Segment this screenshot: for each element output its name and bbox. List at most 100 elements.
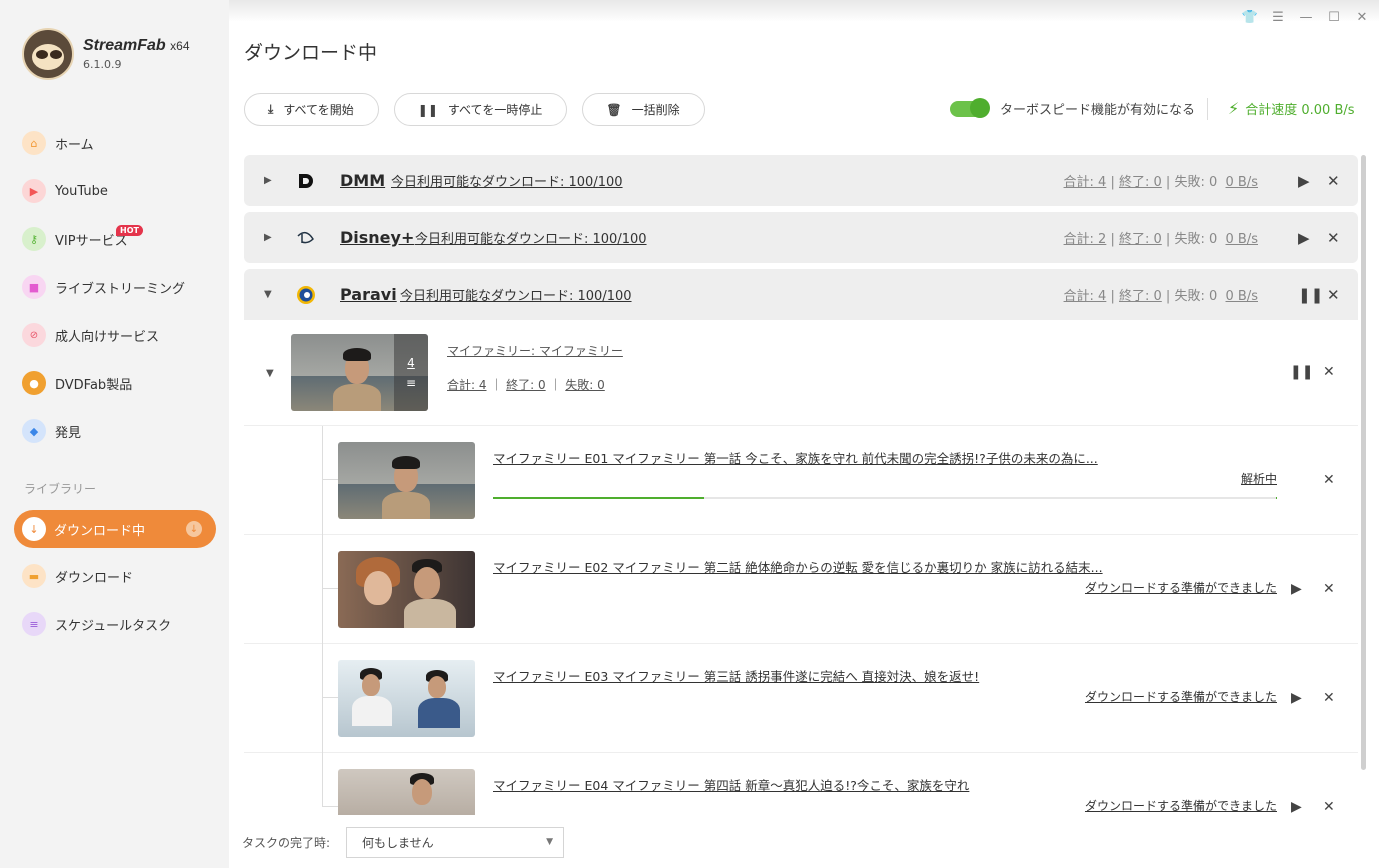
dmm-logo-icon — [296, 171, 316, 191]
sidebar-item-live[interactable]: ■ ライブストリーミング — [0, 263, 229, 311]
service-quota: 今日利用可能なダウンロード: 100/100 — [400, 289, 632, 304]
service-stats: 合計: 2 | 終了: 0 | 失敗: 0 0 B/s — [1063, 232, 1258, 247]
sidebar-item-label: YouTube — [55, 183, 108, 199]
home-icon: ⌂ — [22, 131, 46, 155]
stat-done[interactable]: 終了: 0 — [1119, 289, 1162, 304]
divider — [1207, 98, 1208, 120]
play-icon[interactable]: ▶ — [1291, 690, 1302, 706]
hot-badge: HOT — [116, 225, 143, 236]
collapse-caret-icon[interactable]: ▼ — [264, 289, 272, 300]
app-arch: x64 — [170, 39, 190, 53]
adult-icon: ⊘ — [22, 323, 46, 347]
series-title[interactable]: マイファミリー: マイファミリー — [447, 342, 623, 359]
episode-count-overlay: 4 ≡ — [394, 334, 428, 411]
minimize-icon[interactable]: — — [1297, 8, 1315, 26]
episode-status[interactable]: ダウンロードする準備ができました — [1085, 579, 1277, 596]
stat-done[interactable]: 終了: 0 — [1119, 232, 1162, 247]
total-speed: ⚡ 合計速度 0.00 B/s — [1228, 99, 1355, 118]
episode-count[interactable]: 4 — [407, 356, 415, 370]
start-all-button[interactable]: ⤓ すべてを開始 — [244, 93, 379, 126]
episode-title[interactable]: マイファミリー E02 マイファミリー 第二話 絶体絶命からの逆転 愛を信じるか… — [493, 557, 1103, 576]
stat-speed[interactable]: 0 B/s — [1226, 289, 1258, 304]
main-nav: ⌂ ホーム ▶ YouTube ⚷ VIPサービス HOT ■ ライブストリーミ… — [0, 119, 229, 455]
turbo-switch[interactable] — [950, 97, 990, 118]
pause-icon: ❚❚ — [417, 102, 438, 117]
stat-failed[interactable]: 失敗: 0 — [565, 378, 605, 392]
sidebar-item-home[interactable]: ⌂ ホーム — [0, 119, 229, 167]
close-icon[interactable]: ✕ — [1323, 799, 1335, 815]
page-title: ダウンロード中 — [244, 42, 378, 64]
sidebar-item-dvdfab[interactable]: ● DVDFab製品 — [0, 359, 229, 407]
episode-title[interactable]: マイファミリー E01 マイファミリー 第一話 今こそ、家族を守れ 前代未聞の完… — [493, 448, 1098, 467]
expand-caret-icon[interactable]: ▶ — [264, 232, 272, 243]
sidebar-item-downloaded[interactable]: ▬ ダウンロード — [0, 552, 229, 600]
stat-speed[interactable]: 0 B/s — [1226, 232, 1258, 247]
delete-all-button[interactable]: 🗑 一括削除 — [582, 93, 705, 126]
download-badge-icon: ↓ — [186, 521, 202, 537]
close-icon[interactable]: ✕ — [1327, 286, 1340, 304]
episode-status[interactable]: 解析中 — [1241, 470, 1277, 487]
close-icon[interactable]: ✕ — [1353, 8, 1371, 26]
discover-icon: ◆ — [22, 419, 46, 443]
stat-failed: 失敗: 0 — [1174, 289, 1218, 304]
completion-label: タスクの完了時: — [242, 836, 331, 850]
stat-total[interactable]: 合計: 2 — [1064, 232, 1107, 247]
close-icon[interactable]: ✕ — [1323, 690, 1335, 706]
play-icon[interactable]: ▶ — [1291, 581, 1302, 597]
brand: StreamFab x64 6.1.0.9 — [22, 28, 190, 80]
title-bar — [229, 0, 1379, 22]
play-icon[interactable]: ▶ — [1291, 799, 1302, 815]
sidebar-item-schedule[interactable]: ≡ スケジュールタスク — [0, 600, 229, 648]
library-nav: ▬ ダウンロード ≡ スケジュールタスク — [0, 552, 229, 648]
close-icon[interactable]: ✕ — [1327, 229, 1340, 247]
menu-icon[interactable]: ☰ — [1269, 8, 1287, 26]
download-list: ▶ DMM 今日利用可能なダウンロード: 100/100 合計: 4 | 終了:… — [244, 155, 1358, 815]
pause-all-label: すべてを一時停止 — [447, 103, 543, 117]
service-name[interactable]: Paravi — [340, 285, 397, 304]
list-icon: ≡ — [405, 375, 417, 390]
stat-speed[interactable]: 0 B/s — [1226, 175, 1258, 190]
pause-icon[interactable]: ❚❚ — [1298, 286, 1323, 304]
pause-icon[interactable]: ❚❚ — [1290, 364, 1313, 380]
sidebar-item-label: ライブストリーミング — [55, 281, 186, 297]
pause-all-button[interactable]: ❚❚ すべてを一時停止 — [393, 93, 568, 126]
service-row-paravi[interactable]: ▼ Paravi 今日利用可能なダウンロード: 100/100 合計: 4 | … — [244, 269, 1358, 320]
stat-done[interactable]: 終了: 0 — [506, 378, 546, 392]
service-name[interactable]: Disney+ — [340, 228, 414, 247]
close-icon[interactable]: ✕ — [1323, 581, 1335, 597]
service-row-disney[interactable]: ▶ Disney+ 今日利用可能なダウンロード: 100/100 合計: 2 |… — [244, 212, 1358, 263]
sidebar-item-adult[interactable]: ⊘ 成人向けサービス — [0, 311, 229, 359]
camera-icon: ■ — [22, 275, 46, 299]
stat-total[interactable]: 合計: 4 — [447, 378, 487, 392]
completion-action-select[interactable]: 何もしません ▼ — [346, 827, 564, 858]
maximize-icon[interactable]: ☐ — [1325, 8, 1343, 26]
episode-title[interactable]: マイファミリー E04 マイファミリー 第四話 新章～真犯人迫る!?今こそ、家族… — [493, 775, 969, 794]
sidebar-item-discover[interactable]: ◆ 発見 — [0, 407, 229, 455]
stat-total[interactable]: 合計: 4 — [1064, 289, 1107, 304]
sidebar-item-downloading[interactable]: ↓ ダウンロード中 ↓ — [14, 510, 216, 548]
expand-caret-icon[interactable]: ▶ — [264, 175, 272, 186]
sidebar-item-youtube[interactable]: ▶ YouTube — [0, 167, 229, 215]
episode-status[interactable]: ダウンロードする準備ができました — [1085, 688, 1277, 705]
stat-total[interactable]: 合計: 4 — [1064, 175, 1107, 190]
shirt-icon[interactable]: 👕 — [1241, 8, 1259, 26]
download-icon: ↓ — [22, 517, 46, 541]
play-icon[interactable]: ▶ — [1298, 172, 1310, 190]
sidebar-item-vip[interactable]: ⚷ VIPサービス HOT — [0, 215, 229, 263]
episode-status[interactable]: ダウンロードする準備ができました — [1085, 797, 1277, 814]
window-controls: 👕 ☰ — ☐ ✕ — [1241, 8, 1371, 26]
stat-done[interactable]: 終了: 0 — [1119, 175, 1162, 190]
service-name[interactable]: DMM — [340, 171, 385, 190]
episode-title[interactable]: マイファミリー E03 マイファミリー 第三話 誘拐事件遂に完結へ 直接対決、娘… — [493, 666, 979, 685]
play-icon[interactable]: ▶ — [1298, 229, 1310, 247]
scrollbar[interactable] — [1361, 155, 1366, 770]
dvdfab-icon: ● — [22, 371, 46, 395]
sidebar: StreamFab x64 6.1.0.9 ⌂ ホーム ▶ YouTube ⚷ … — [0, 0, 229, 868]
close-icon[interactable]: ✕ — [1323, 472, 1335, 488]
episode-row: マイファミリー E04 マイファミリー 第四話 新章～真犯人迫る!?今こそ、家族… — [244, 753, 1358, 815]
close-icon[interactable]: ✕ — [1323, 364, 1335, 380]
collapse-caret-icon[interactable]: ▼ — [266, 368, 274, 379]
service-row-dmm[interactable]: ▶ DMM 今日利用可能なダウンロード: 100/100 合計: 4 | 終了:… — [244, 155, 1358, 206]
close-icon[interactable]: ✕ — [1327, 172, 1340, 190]
series-thumbnail: 4 ≡ — [291, 334, 428, 411]
